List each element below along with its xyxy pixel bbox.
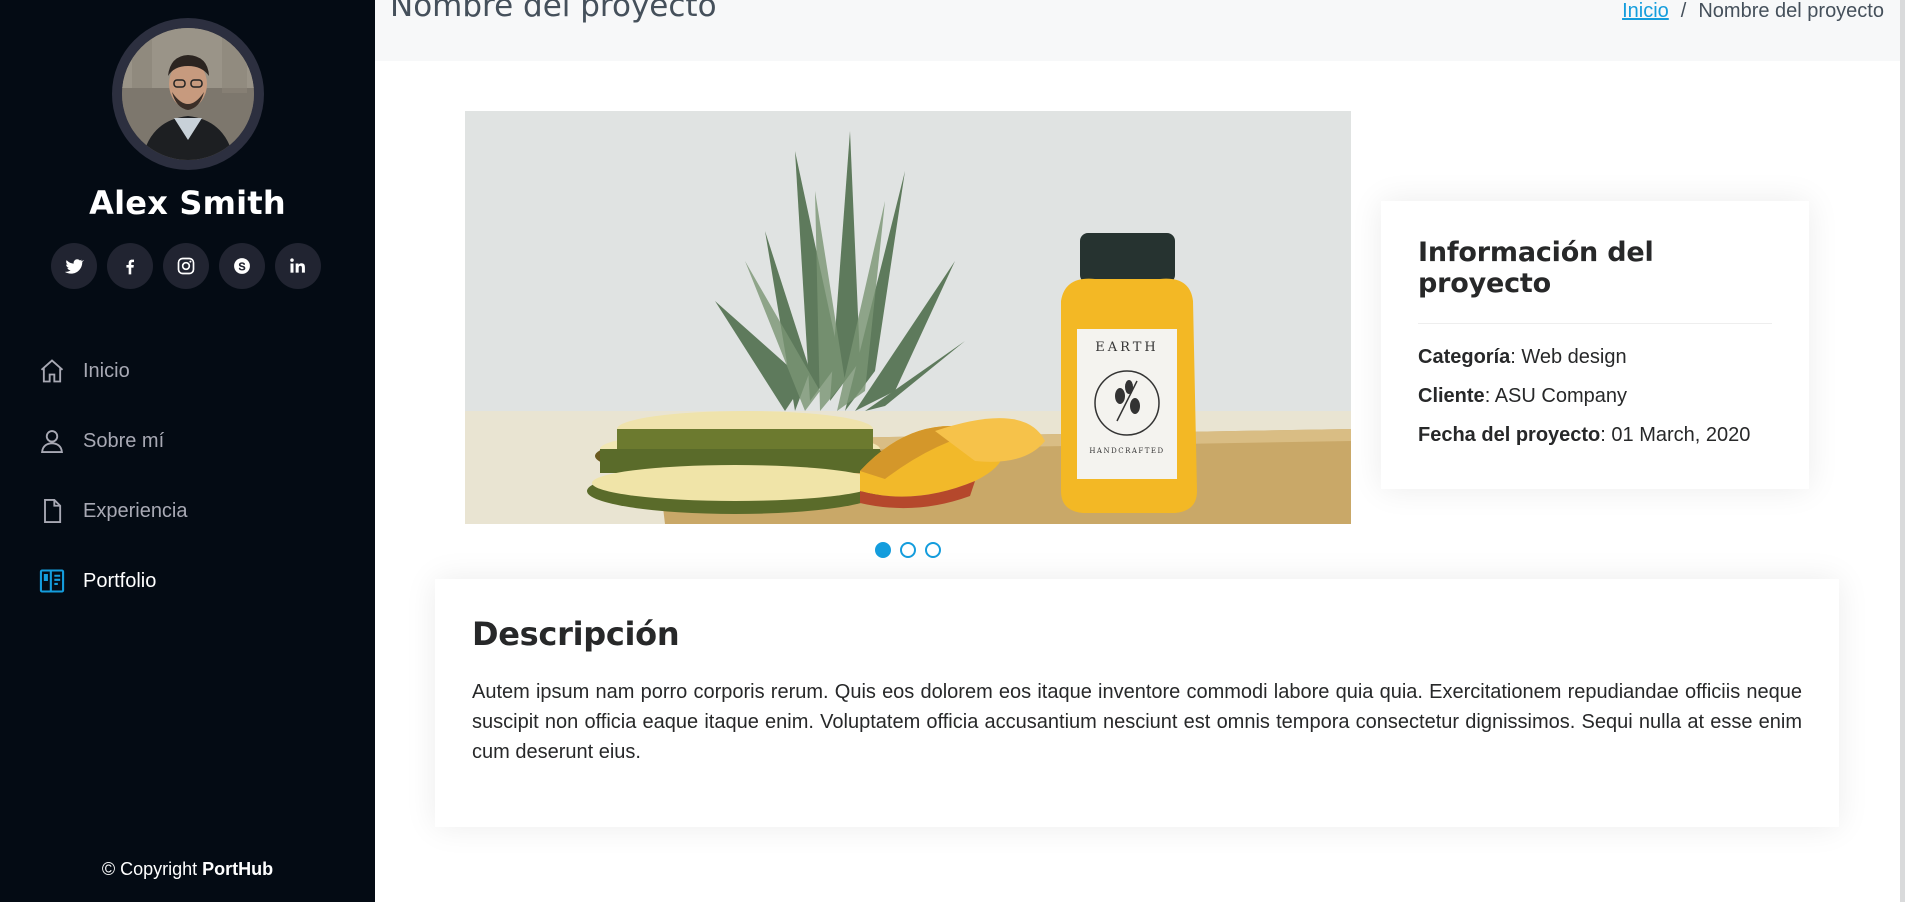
info-client: Cliente: ASU Company <box>1418 385 1772 408</box>
nav-item-portfolio[interactable]: Portfolio <box>38 546 338 616</box>
project-image: EARTH HANDCRAFTED <box>465 111 1351 524</box>
info-client-label: Cliente <box>1418 385 1485 407</box>
bottle-sublabel: HANDCRAFTED <box>1089 447 1164 455</box>
info-client-value: : ASU Company <box>1484 385 1627 407</box>
description-text: Autem ipsum nam porro corporis rerum. Qu… <box>472 681 1802 763</box>
person-icon <box>41 430 63 454</box>
nav-label-portfolio: Portfolio <box>83 569 157 592</box>
carousel-pagination <box>875 542 941 558</box>
sidebar: Alex Smith Inicio Sobre mí Experiencia P… <box>0 0 375 902</box>
twitter-icon <box>64 259 84 274</box>
copyright: © Copyright PortHub <box>0 859 375 880</box>
carousel-dot-2[interactable] <box>900 542 916 558</box>
instagram-icon <box>177 257 195 275</box>
linkedin-link[interactable] <box>275 243 321 289</box>
project-info-card: Información del proyecto Categoría: Web … <box>1381 201 1809 489</box>
bottle-label: EARTH <box>1095 340 1158 355</box>
carousel-dot-1[interactable] <box>875 542 891 558</box>
project-image-carousel[interactable]: EARTH HANDCRAFTED <box>465 111 1351 524</box>
file-icon <box>44 498 62 524</box>
nav-label-experiencia: Experiencia <box>83 499 188 522</box>
breadcrumb: Inicio / Nombre del proyecto <box>1622 0 1884 23</box>
facebook-link[interactable] <box>107 243 153 289</box>
home-icon <box>40 359 64 383</box>
info-date-label: Fecha del proyecto <box>1418 424 1601 446</box>
description-card: Descripción Autem ipsum nam porro corpor… <box>435 579 1839 827</box>
project-info-title: Información del proyecto <box>1418 237 1772 324</box>
main-nav: Inicio Sobre mí Experiencia Portfolio <box>38 336 338 616</box>
facebook-icon <box>126 259 134 275</box>
page-scrollbar[interactable] <box>1900 0 1905 902</box>
nav-item-inicio[interactable]: Inicio <box>38 336 338 406</box>
nav-item-experiencia[interactable]: Experiencia <box>38 476 338 546</box>
copyright-brand: PortHub <box>202 859 274 879</box>
info-category: Categoría: Web design <box>1418 346 1772 369</box>
description-title: Descripción <box>472 615 680 653</box>
nav-label-inicio: Inicio <box>83 359 130 382</box>
info-date: Fecha del proyecto: 01 March, 2020 <box>1418 424 1772 447</box>
info-date-value: : 01 March, 2020 <box>1600 424 1751 446</box>
copyright-prefix: © Copyright <box>101 859 198 879</box>
skype-link[interactable] <box>219 243 265 289</box>
linkedin-icon <box>290 258 305 273</box>
carousel-dot-3[interactable] <box>925 542 941 558</box>
social-links <box>51 243 321 289</box>
nav-label-sobre-mi: Sobre mí <box>83 429 165 452</box>
breadcrumb-home-link[interactable]: Inicio <box>1622 0 1669 23</box>
skype-icon <box>234 258 250 274</box>
twitter-link[interactable] <box>51 243 97 289</box>
breadcrumb-separator: / <box>1680 0 1687 22</box>
nav-item-sobre-mi[interactable]: Sobre mí <box>38 406 338 476</box>
page-title: Nombre del proyecto <box>390 0 717 24</box>
info-category-label: Categoría <box>1418 346 1511 368</box>
profile-name: Alex Smith <box>89 184 286 222</box>
avatar-photo <box>122 28 254 160</box>
breadcrumbs-bar: Nombre del proyecto Inicio / Nombre del … <box>375 0 1900 61</box>
profile-avatar <box>112 18 264 170</box>
layout-icon <box>39 569 65 593</box>
instagram-link[interactable] <box>163 243 209 289</box>
info-category-value: : Web design <box>1510 346 1627 368</box>
breadcrumb-current: Nombre del proyecto <box>1698 0 1884 22</box>
